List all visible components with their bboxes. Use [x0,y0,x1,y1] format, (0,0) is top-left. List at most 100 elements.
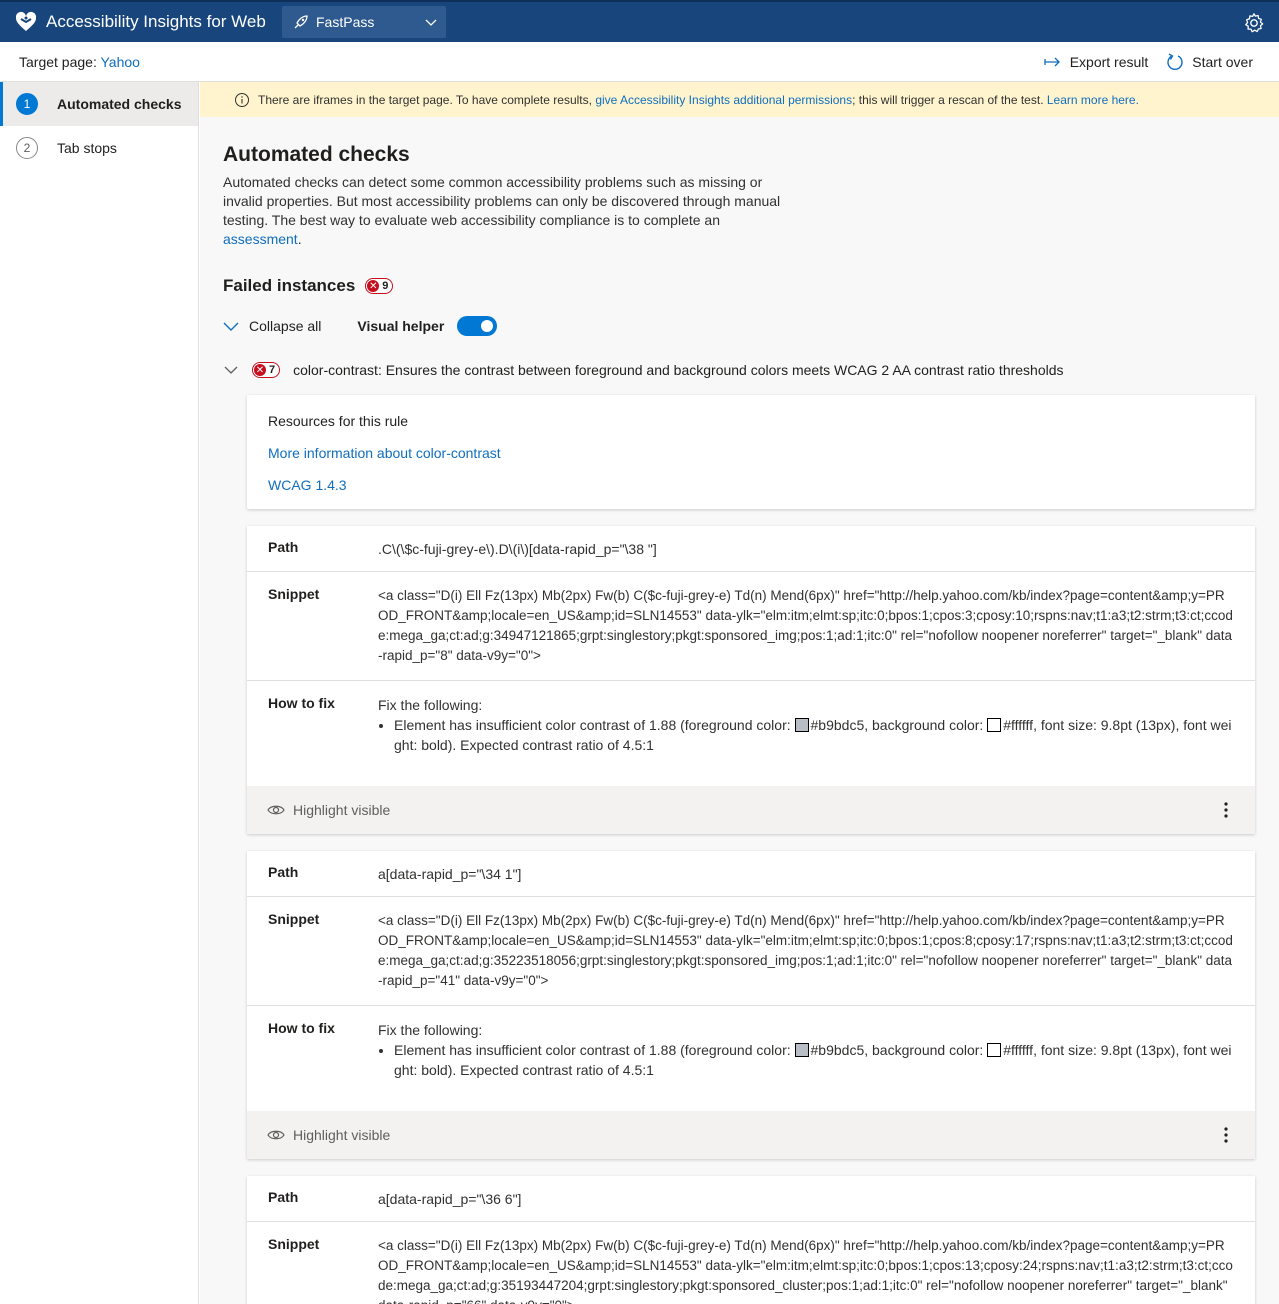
banner-text: There are iframes in the target page. To… [258,92,592,107]
chevron-down-icon[interactable] [223,362,239,378]
instance-footer: Highlight visible [247,1111,1255,1159]
chevron-down-icon [425,19,437,26]
heart-logo-icon [15,11,37,31]
rule-description: : Ensures the contrast between foregroun… [377,362,1064,378]
brand: Accessibility Insights for Web [0,10,282,34]
instance-path: a[data-rapid_p="\34 1"] [378,866,522,882]
command-bar: Target page: Yahoo Export result Start o… [0,42,1279,82]
nav-item-automated-checks[interactable]: 1 Automated checks [0,82,198,126]
fix-intro: Fix the following: [378,1022,483,1038]
background-color: #ffffff [1003,717,1034,733]
visual-helper-label: Visual helper [357,318,445,334]
rule-failure-badge: ✕ 7 [252,362,281,378]
nav-step-number: 1 [16,93,38,115]
page-title: Automated checks [223,143,410,166]
nav-item-tab-stops[interactable]: 2 Tab stops [0,126,198,170]
nav-item-label: Tab stops [57,140,117,156]
background-color-swatch [987,1043,1002,1057]
foreground-color-swatch [794,718,809,732]
fix-intro: Fix the following: [378,697,483,713]
foreground-color-swatch [794,1043,809,1057]
instance-path-row: Path a[data-rapid_p="\34 1"] [247,851,1255,897]
foreground-color: #b9bdc5 [810,717,865,733]
path-label: Path [268,864,299,880]
path-label: Path [268,539,299,555]
permissions-link[interactable]: give Accessibility Insights additional p… [595,93,852,107]
highlight-label: Highlight visible [293,802,391,818]
learn-more-link[interactable]: Learn more here. [1047,93,1139,107]
target-page-link[interactable]: Yahoo [100,54,139,70]
failure-count-badge: ✕ 9 [365,278,394,294]
instance-footer: Highlight visible [247,786,1255,834]
background-color-swatch [987,718,1002,732]
export-icon [1044,57,1060,67]
nav-step-number: 2 [16,137,38,159]
rule-failure-count: 7 [269,364,276,376]
more-options-icon[interactable] [1217,801,1235,819]
instance-path: .C\(\$c-fuji-grey-e\).D\(i\)[data-rapid_… [378,541,657,557]
error-icon: ✕ [254,364,266,376]
nav-item-label: Automated checks [57,96,182,112]
collapse-all-button[interactable]: Collapse all [223,318,321,334]
wcag-link[interactable]: WCAG 1.4.3 [268,477,1234,493]
instance-path: a[data-rapid_p="\36 6"] [378,1191,522,1207]
page-description: Automated checks can detect some common … [223,173,798,249]
fix-text: Element has insufficient color contrast … [394,717,795,733]
chevron-down-icon [223,322,239,331]
fix-text: , background color: [864,1042,988,1058]
fix-item: Element has insufficient color contrast … [394,715,1234,755]
more-options-icon[interactable] [1217,1126,1235,1144]
failed-instance-card: Path a[data-rapid_p="\34 1"] Snippet <a … [247,851,1255,1159]
more-vertical-icon [1224,802,1228,818]
description-end: . [297,231,302,247]
export-result-button[interactable]: Export result [1044,53,1149,71]
instance-snippet: <a class="D(i) Ell Fz(13px) Mb(2px) Fw(b… [378,913,1233,988]
failed-instance-card: Path a[data-rapid_p="\36 6"] Snippet <a … [247,1176,1255,1304]
instance-path-row: Path a[data-rapid_p="\36 6"] [247,1176,1255,1222]
highlight-visible-button[interactable]: Highlight visible [267,1126,390,1144]
app-title: Accessibility Insights for Web [46,12,266,31]
assessment-link[interactable]: assessment [223,231,298,247]
snippet-label: Snippet [268,586,320,602]
export-result-label: Export result [1069,54,1149,70]
target-page: Target page: Yahoo [0,54,140,70]
eye-icon [267,1130,285,1140]
snippet-label: Snippet [268,911,320,927]
foreground-color: #b9bdc5 [810,1042,865,1058]
instance-fix-row: How to fix Fix the following: Element ha… [247,1006,1255,1111]
fix-content: Fix the following: Element has insuffici… [378,1020,1234,1097]
target-page-label: Target page: [19,53,101,70]
collapse-all-label: Collapse all [249,318,322,334]
gear-icon[interactable] [1243,12,1265,34]
results-controls: Collapse all Visual helper [223,316,1256,336]
highlight-visible-button[interactable]: Highlight visible [267,801,390,819]
fix-text: , background color: [864,717,988,733]
failed-instance-card: Path .C\(\$c-fuji-grey-e\).D\(i\)[data-r… [247,526,1255,834]
start-over-label: Start over [1192,54,1253,70]
mode-dropdown[interactable]: FastPass [282,6,446,38]
instance-snippet: <a class="D(i) Ell Fz(13px) Mb(2px) Fw(b… [378,1238,1233,1304]
error-icon: ✕ [367,280,380,292]
instance-snippet-row: Snippet <a class="D(i) Ell Fz(13px) Mb(2… [247,1222,1255,1304]
toggle-knob [481,320,494,332]
banner-text-after: ; this will trigger a rescan of the test… [852,92,1044,107]
info-icon [235,92,249,107]
instance-snippet-row: Snippet <a class="D(i) Ell Fz(13px) Mb(2… [247,897,1255,1006]
background-color: #ffffff [1003,1042,1034,1058]
fix-text: Element has insufficient color contrast … [394,1042,795,1058]
instance-snippet: <a class="D(i) Ell Fz(13px) Mb(2px) Fw(b… [378,588,1233,663]
how-to-fix-label: How to fix [268,695,335,711]
mode-label: FastPass [316,14,375,30]
start-over-button[interactable]: Start over [1166,53,1253,71]
eye-icon [267,805,285,815]
rule-header-color-contrast[interactable]: ✕ 7 color-contrast: Ensures the contrast… [223,362,1256,378]
more-vertical-icon [1224,1127,1228,1143]
title-bar: Accessibility Insights for Web FastPass [0,0,1279,42]
visual-helper-toggle[interactable] [457,316,498,336]
left-nav: 1 Automated checks 2 Tab stops [0,82,199,1304]
instance-snippet-row: Snippet <a class="D(i) Ell Fz(13px) Mb(2… [247,572,1255,681]
more-info-link[interactable]: More information about color-contrast [268,445,1234,461]
rule-resources-card: Resources for this rule More information… [247,395,1255,509]
path-label: Path [268,1189,299,1205]
resources-title: Resources for this rule [268,413,409,429]
